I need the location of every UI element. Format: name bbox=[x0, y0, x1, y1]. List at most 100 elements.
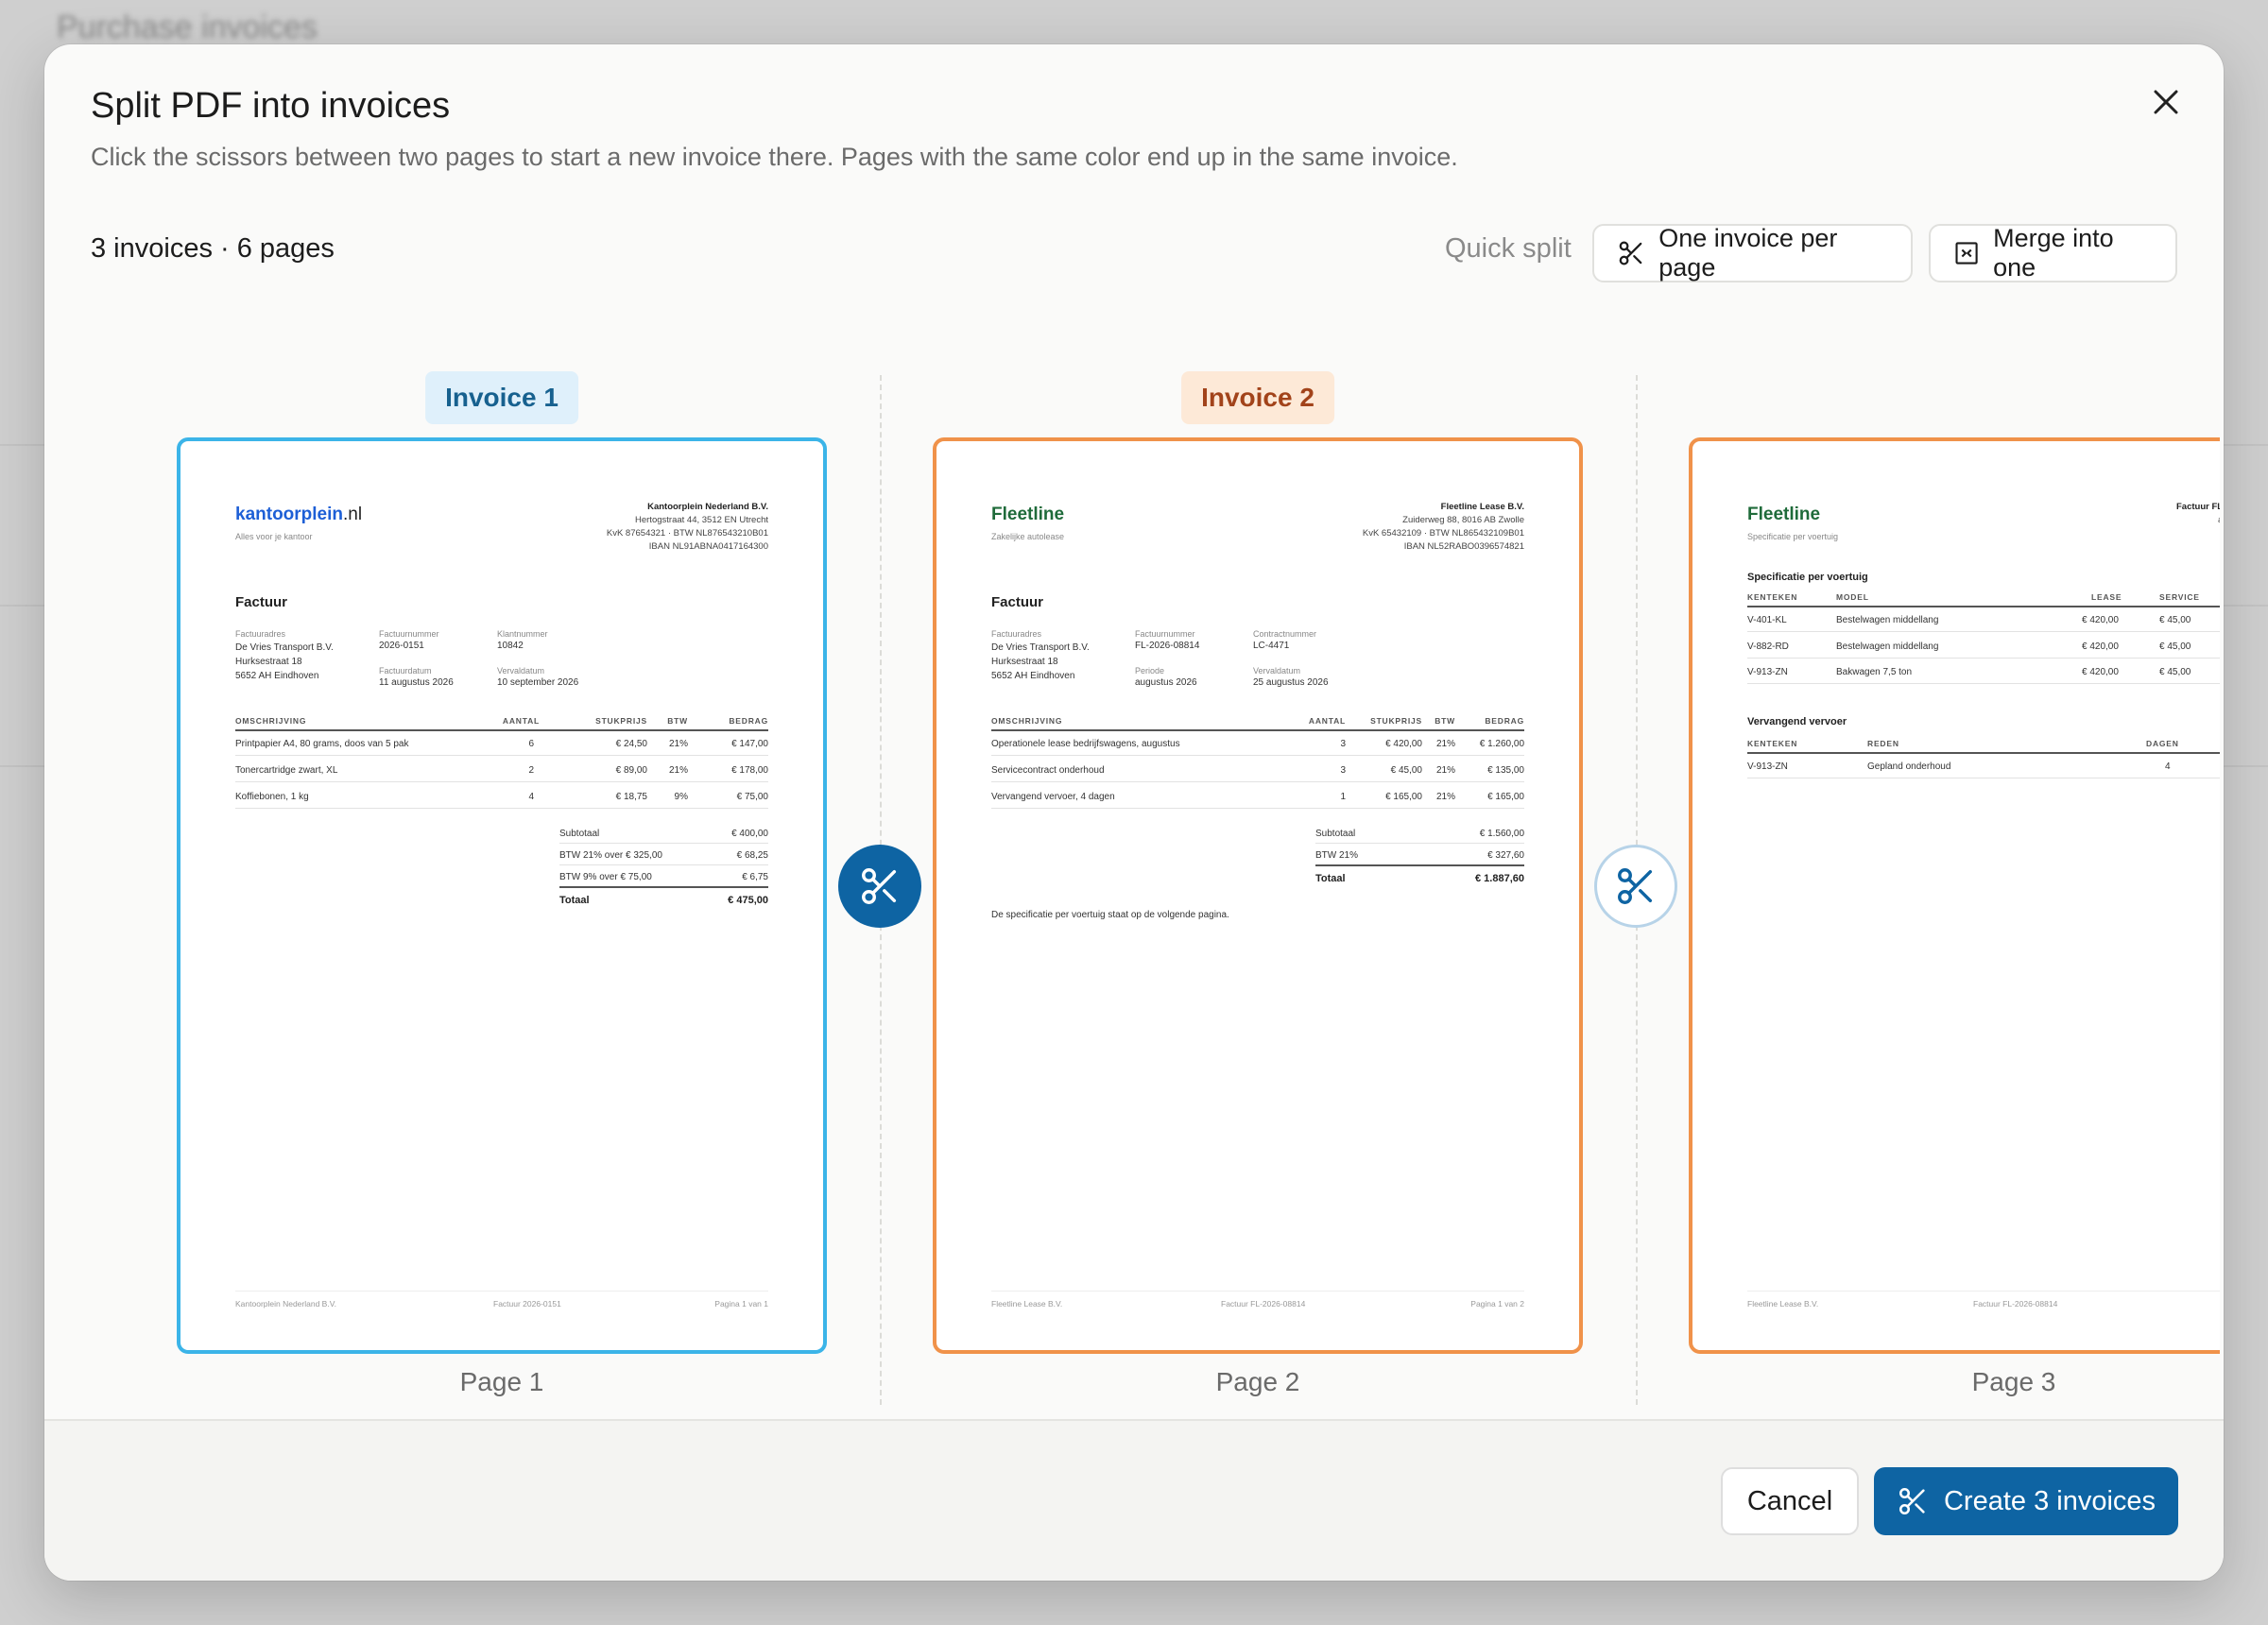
line-description: Koffiebonen, 1 kg bbox=[235, 792, 309, 802]
contract-number: LC-4471 bbox=[1253, 641, 1290, 651]
split-toggle-after-page-1[interactable] bbox=[838, 845, 921, 928]
row-rule bbox=[991, 808, 1524, 809]
vehicle-model: Bestelwagen middellang bbox=[1836, 615, 1939, 625]
page-thumbnail-3[interactable]: Fleetline Specificatie per voertuig Fact… bbox=[1689, 437, 2220, 1354]
background-page-title: Purchase invoices bbox=[57, 9, 318, 45]
vehicle-service: € 45,00 bbox=[2159, 667, 2191, 677]
col-header: AANTAL bbox=[1308, 716, 1346, 726]
billing-address: De Vries Transport B.V. Hurksestraat 18 … bbox=[235, 641, 334, 683]
due-date: 10 september 2026 bbox=[497, 677, 579, 688]
scissors-icon bbox=[1899, 1487, 1925, 1515]
row-rule bbox=[1747, 683, 2220, 684]
company-name: Fleetline Lease B.V. bbox=[1440, 502, 1524, 512]
line-qty: 4 bbox=[528, 792, 534, 802]
line-amount: € 135,00 bbox=[1487, 765, 1524, 776]
total-label: Subtotaal bbox=[559, 829, 600, 839]
total-value: € 327,60 bbox=[1487, 850, 1524, 861]
row-rule bbox=[1747, 658, 2220, 659]
line-qty: 3 bbox=[1340, 739, 1346, 749]
grand-total-label: Totaal bbox=[1315, 873, 1346, 884]
page-note: De specificatie per voertuig staat op de… bbox=[991, 910, 1229, 920]
create-invoices-button[interactable]: Create 3 invoices bbox=[1874, 1467, 2178, 1535]
scissors-icon bbox=[1619, 241, 1642, 265]
col-header: LEASE bbox=[2091, 592, 2122, 602]
company-line: Hertogstraat 44, 3512 EN Utrecht bbox=[635, 515, 768, 525]
page-footer-right: Pagina 1 van 1 bbox=[714, 1299, 768, 1309]
line-amount: € 178,00 bbox=[731, 765, 768, 776]
line-price: € 45,00 bbox=[1390, 765, 1422, 776]
page-footer-center: Factuur FL-2026-08814 bbox=[1973, 1299, 2058, 1309]
total-rule bbox=[559, 886, 768, 888]
page-footer-center: Factuur FL-2026-08814 bbox=[1221, 1299, 1306, 1309]
line-amount: € 165,00 bbox=[1487, 792, 1524, 802]
row-rule bbox=[1315, 843, 1524, 844]
vehicle-plate: V-913-ZN bbox=[1747, 667, 1788, 677]
vendor-address: Fleetline Lease B.V. Zuiderweg 88, 8016 … bbox=[1363, 501, 1524, 554]
close-button[interactable] bbox=[2144, 80, 2188, 124]
col-header: BEDRAG bbox=[729, 716, 768, 726]
col-header: KENTEKEN bbox=[1747, 592, 1798, 602]
row-rule bbox=[559, 864, 768, 865]
field-label: Factuuradres bbox=[991, 629, 1042, 639]
line-amount: € 1.260,00 bbox=[1479, 739, 1524, 749]
vehicle-plate: V-401-KL bbox=[1747, 615, 1787, 625]
total-label: BTW 21% bbox=[1315, 850, 1359, 861]
line-qty: 6 bbox=[528, 739, 534, 749]
col-header: KENTEKEN bbox=[1747, 739, 1798, 748]
invoice-badge-2: Invoice 2 bbox=[1181, 371, 1334, 424]
vehicle-model: Bestelwagen middellang bbox=[1836, 641, 1939, 652]
total-value: € 1.560,00 bbox=[1479, 829, 1524, 839]
line-amount: € 147,00 bbox=[731, 739, 768, 749]
company-line: IBAN NL52RABO0396574821 bbox=[1403, 541, 1524, 552]
line-price: € 24,50 bbox=[615, 739, 647, 749]
total-label: BTW 21% over € 325,00 bbox=[559, 850, 662, 861]
cancel-button[interactable]: Cancel bbox=[1721, 1467, 1859, 1535]
line-amount: € 75,00 bbox=[736, 792, 768, 802]
page-footer-left: Fleetline Lease B.V. bbox=[991, 1299, 1063, 1309]
page-thumbnail-2[interactable]: Fleetline Zakelijke autolease Fleetline … bbox=[933, 437, 1583, 1354]
col-header: BTW bbox=[667, 716, 688, 726]
logo-main: kantoorplein bbox=[235, 505, 344, 524]
line-description: Servicecontract onderhoud bbox=[991, 765, 1105, 776]
field-label: Periode bbox=[1135, 666, 1165, 676]
col-header: OMSCHRIJVING bbox=[235, 716, 307, 726]
vendor-address: Kantoorplein Nederland B.V. Hertogstraat… bbox=[607, 501, 768, 554]
section-heading: Specificatie per voertuig bbox=[1747, 572, 1868, 583]
company-line: KvK 65432109 · BTW NL865432109B01 bbox=[1362, 528, 1524, 539]
vehicle-plate: V-913-ZN bbox=[1747, 761, 1788, 772]
invoice-date: 11 augustus 2026 bbox=[379, 677, 454, 688]
page-thumbnail-1[interactable]: kantoorplein.nl Alles voor je kantoor Ka… bbox=[177, 437, 827, 1354]
header-line: a bbox=[2176, 514, 2220, 527]
create-invoices-label: Create 3 invoices bbox=[1943, 1485, 2156, 1516]
line-description: Vervangend vervoer, 4 dagen bbox=[991, 792, 1115, 802]
grand-total-value: € 475,00 bbox=[728, 895, 768, 906]
split-toggle-after-page-2[interactable] bbox=[1594, 845, 1677, 928]
page-header-right: Factuur FL a bbox=[2176, 501, 2220, 527]
page-footer-right: Pagina 1 van 2 bbox=[1470, 1299, 1524, 1309]
col-header: OMSCHRIJVING bbox=[991, 716, 1063, 726]
total-label: Subtotaal bbox=[1315, 829, 1356, 839]
billing-address: De Vries Transport B.V. Hurksestraat 18 … bbox=[991, 641, 1090, 683]
one-invoice-per-page-button[interactable]: One invoice per page bbox=[1592, 224, 1913, 282]
col-header: REDEN bbox=[1867, 739, 1899, 748]
col-header: STUKPRIJS bbox=[595, 716, 647, 726]
merge-into-one-button[interactable]: Merge into one bbox=[1929, 224, 2177, 282]
table-rule bbox=[1747, 752, 2220, 754]
period: augustus 2026 bbox=[1135, 677, 1197, 688]
page-label-1: Page 1 bbox=[459, 1367, 544, 1396]
row-rule bbox=[991, 781, 1524, 782]
line-vat: 21% bbox=[668, 765, 688, 776]
row-rule bbox=[235, 808, 768, 809]
vendor-logo: kantoorplein.nl bbox=[235, 505, 362, 525]
company-line: Zuiderweg 88, 8016 AB Zwolle bbox=[1402, 515, 1524, 525]
line-price: € 18,75 bbox=[615, 792, 647, 802]
field-label: Factuurnummer bbox=[379, 629, 439, 639]
vendor-tagline: Zakelijke autolease bbox=[991, 532, 1065, 541]
grand-total-value: € 1.887,60 bbox=[1475, 873, 1524, 884]
line-price: € 165,00 bbox=[1385, 792, 1422, 802]
client-number: 10842 bbox=[497, 641, 524, 651]
dialog-subtitle: Click the scissors between two pages to … bbox=[91, 143, 1458, 171]
address-line: 5652 AH Eindhoven bbox=[991, 671, 1075, 681]
col-header: MODEL bbox=[1836, 592, 1869, 602]
field-label: Factuurdatum bbox=[379, 666, 432, 676]
